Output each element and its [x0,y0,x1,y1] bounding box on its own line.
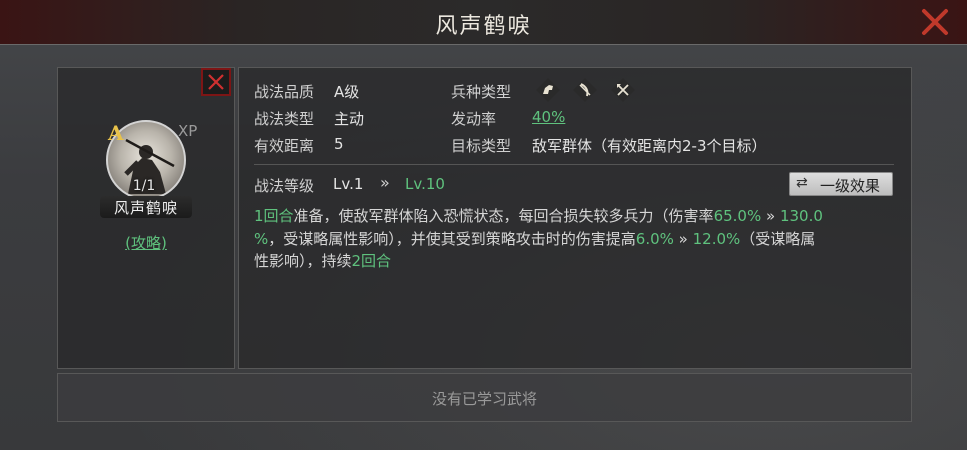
desc-text: 性影响），持续 [254,252,352,270]
damage-rate-unit: % [254,230,269,248]
dialog-title: 风声鹤唳 [435,14,532,39]
level-from: Lv.1 [333,175,364,193]
target-type-label: 目标类型 [451,137,512,155]
damage-bonus-min: 6.0% [635,230,674,248]
cavalry-icon [535,77,561,103]
skill-level-label: 战法等级 [254,177,315,195]
level-to: Lv.10 [405,175,445,193]
close-icon [208,74,224,90]
section-divider [254,164,894,165]
archer-icon [572,77,598,103]
activation-rate-label: 发动率 [451,110,497,128]
damage-bonus-max: 12.0% [692,230,741,248]
target-type-value: 敌军群体（有效距离内2-3个目标） [532,137,767,155]
skill-grade: A [108,121,124,145]
shield-icon [610,77,636,103]
desc-text: （受谋略属 [740,230,816,248]
skill-card-panel [57,67,235,369]
value-arrow: » [761,207,780,225]
value-arrow: » [673,230,693,248]
strategy-guide-link[interactable]: (攻略) [100,232,192,253]
xp-label: XP [178,122,198,140]
learned-generals-panel: 没有已学习武将 [57,373,912,422]
swap-icon: ⇄ [796,175,808,191]
description-line-2: %，受谋略属性影响），并使其受到策略攻击时的伤害提高6.0% » 12.0%（受… [254,228,815,249]
toggle-effect-label: 一级效果 [820,177,881,195]
damage-rate-min: 65.0% [713,207,762,225]
title-bar: 风声鹤唳 [0,0,967,45]
no-generals-text: 没有已学习武将 [431,390,537,408]
quality-label: 战法品质 [254,83,315,101]
prep-turns: 1回合 [254,207,294,225]
activation-rate-value[interactable]: 40% [532,108,565,126]
duration-turns: 2回合 [351,252,392,270]
level-arrow: » [380,173,390,192]
close-icon [922,9,948,35]
range-label: 有效距离 [254,137,315,155]
close-dialog-button[interactable] [918,6,952,38]
description-line-1: 1回合准备，使敌军群体陷入恐慌状态，每回合损失较多兵力（伤害率65.0% » 1… [254,205,823,226]
remove-skill-button[interactable] [201,68,231,96]
troop-type-label: 兵种类型 [451,83,512,101]
description-line-3: 性影响），持续2回合 [254,250,391,271]
skill-name: 风声鹤唳 [113,199,178,217]
desc-text: 准备，使敌军群体陷入恐慌状态，每回合损失较多兵力（伤害率 [293,207,714,225]
range-value: 5 [334,135,344,153]
desc-text: ，受谋略属性影响），并使其受到策略攻击时的伤害提高 [268,230,636,248]
toggle-effect-button[interactable]: ⇄ 一级效果 [789,172,893,196]
type-label: 战法类型 [254,110,315,128]
type-value: 主动 [334,110,365,128]
skill-count: 1/1 [132,178,156,194]
damage-rate-max: 130.0 [779,207,823,225]
quality-value: A级 [334,83,360,101]
